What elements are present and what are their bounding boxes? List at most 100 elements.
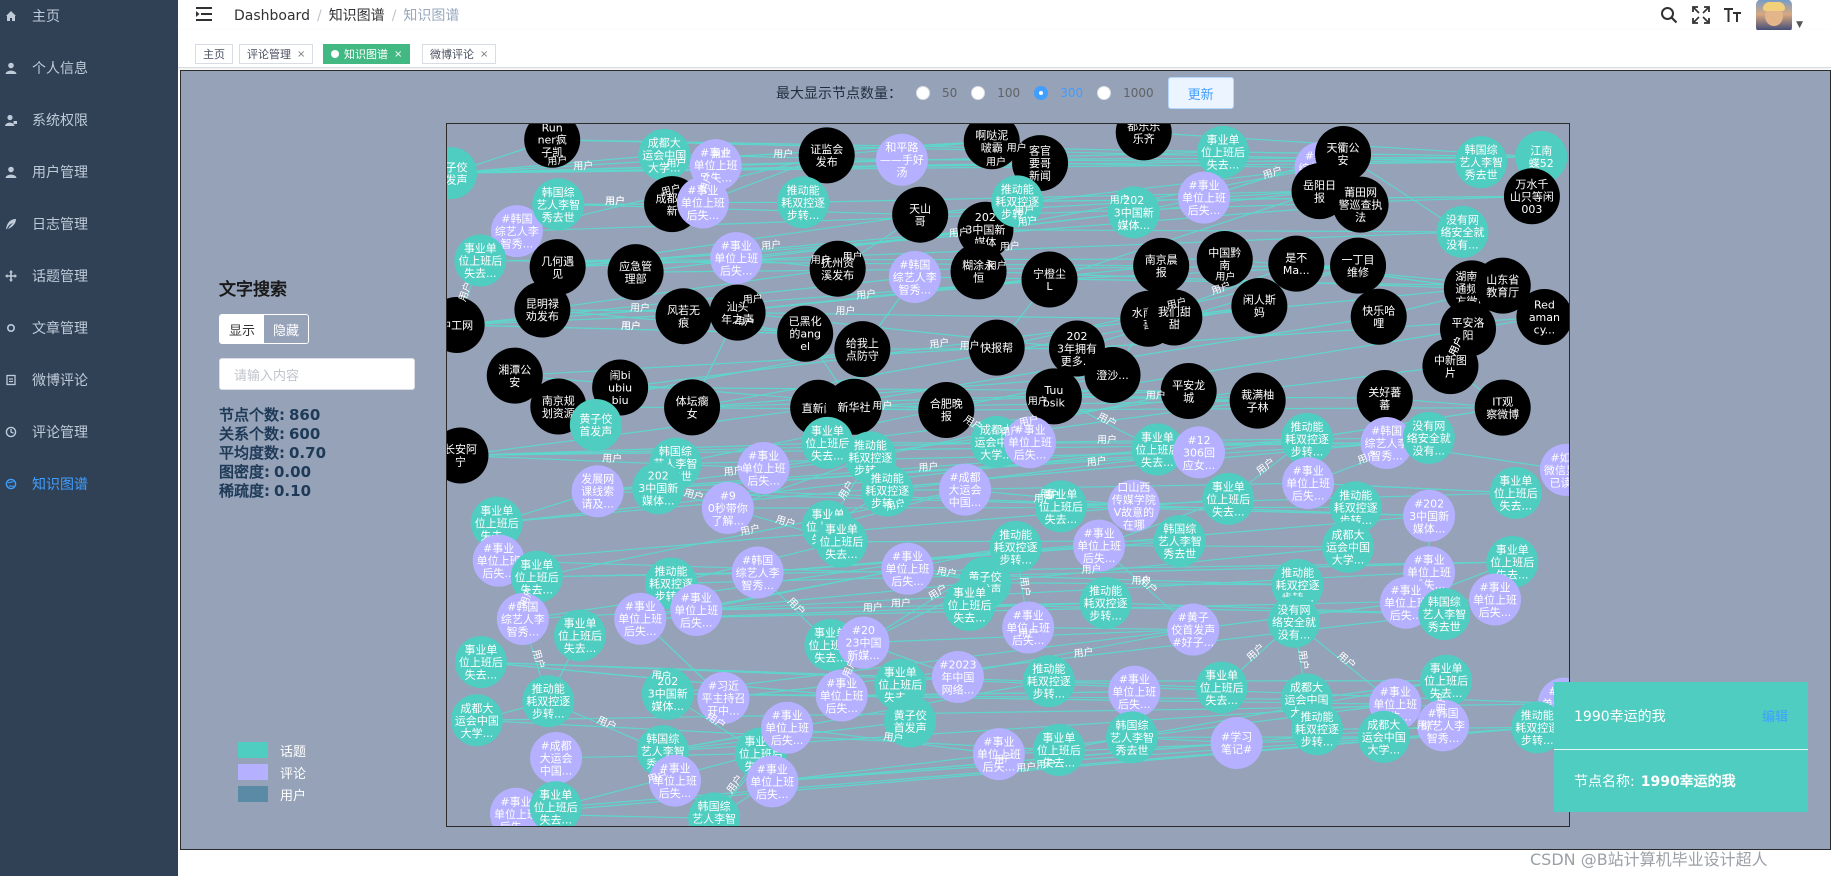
radio-300[interactable]: 300 (1034, 86, 1083, 100)
graph-node-comment[interactable]: #2023年中国网络... (931, 650, 984, 703)
graph-node-topic[interactable]: 事业单位上班后失去... (943, 578, 996, 631)
breadcrumb-kg[interactable]: 知识图谱 (329, 8, 385, 24)
graph-node-topic[interactable]: 黄子佼首发声 (569, 398, 622, 451)
graph-node-comment[interactable]: #事业单位上班后失... (1282, 457, 1335, 510)
graph-node-topic[interactable]: 推动能耗双控逐步转... (777, 176, 830, 229)
graph-node-user[interactable]: 快乐哈哩 (1350, 288, 1407, 345)
tag-weibo-comments[interactable]: 微博评论 × (422, 44, 497, 64)
graph-node-user[interactable]: 中工网 (447, 296, 485, 353)
graph-node-user[interactable]: 澄沙... (1084, 346, 1141, 403)
graph-node-topic[interactable]: 事业单位上班后失去... (454, 234, 507, 287)
update-button[interactable]: 更新 (1167, 77, 1234, 109)
legend-item-user[interactable]: 用户 (238, 783, 306, 805)
graph-node-topic[interactable]: 成都大运会中国大学... (1357, 710, 1410, 763)
tag-comment-manage[interactable]: 评论管理 × (239, 44, 314, 64)
graph-node-user[interactable]: 体坛瘸女 (664, 379, 721, 436)
graph-node-topic[interactable]: 成都大运会中国大学... (450, 694, 503, 747)
graph-node-user[interactable]: 我们甜甜 (1146, 289, 1203, 346)
close-icon[interactable]: × (480, 49, 488, 60)
graph-svg[interactable]: 黄子佼首发声Runner疯子凯成都大运会中国大学...#事业单位上班后失...证… (447, 124, 1570, 827)
search-icon[interactable] (1660, 6, 1678, 24)
breadcrumb-dashboard[interactable]: Dashboard (234, 8, 310, 24)
radio-50[interactable]: 50 (916, 86, 957, 100)
graph-node-topic[interactable]: 2023中国新媒体... (632, 462, 685, 515)
graph-node-user[interactable]: 风若无痕 (655, 288, 712, 345)
graph-node-topic[interactable]: 事业单位上班后失去... (1489, 466, 1542, 519)
graph-node-user[interactable]: 莆田网警巡查执法 (1332, 176, 1389, 233)
graph-node-user[interactable]: 万水千山只等闲003 (1503, 168, 1560, 225)
font-size-icon[interactable] (1724, 6, 1742, 24)
graph-node-user[interactable]: 裁满柚子林 (1229, 372, 1286, 429)
graph-node-user[interactable]: 合肥晚报 (918, 381, 975, 438)
graph-node-user[interactable]: 应急管理部 (607, 244, 664, 301)
show-button[interactable]: 显示 (220, 315, 264, 343)
graph-node-comment[interactable]: #韩国综艺人李智秀... (888, 251, 941, 304)
graph-node-user[interactable]: 闲人斯妈 (1231, 277, 1288, 334)
graph-node-user[interactable]: 给我上点防守 (834, 321, 891, 378)
graph-node-comment[interactable]: #事业单位上班后失... (710, 232, 763, 285)
graph-node-topic[interactable]: 推动能耗双控逐步转... (1079, 576, 1132, 629)
graph-node-comment[interactable]: #事业单位上班后失... (1469, 573, 1522, 626)
close-icon[interactable]: × (394, 49, 402, 60)
graph-node-comment[interactable]: #2023中国新媒体... (1403, 489, 1456, 542)
graph-node-topic[interactable]: 没有网络安全就没有... (1268, 595, 1321, 648)
graph-node-topic[interactable]: 推动能耗双控逐步转... (1022, 655, 1075, 708)
graph-node-comment[interactable]: #事业单位上班后失... (815, 669, 868, 722)
graph-node-topic[interactable]: 成都大运会中国大学... (1322, 520, 1375, 573)
graph-node-topic[interactable]: 事业单位上班后失去... (1197, 125, 1250, 178)
graph-node-comment[interactable]: #事业单位上班后失... (1178, 171, 1231, 224)
graph-node-comment[interactable]: #韩国综艺人李智秀... (731, 546, 784, 599)
sidebar-item-topics[interactable]: 话题管理 (0, 250, 178, 302)
sidebar-item-articles[interactable]: 文章管理 (0, 302, 178, 354)
graph-node-comment[interactable]: #事业单位上班后失... (1108, 665, 1161, 718)
graph-node-user[interactable]: 宁橙尘L (1021, 251, 1078, 308)
tag-home[interactable]: 主页 (195, 44, 233, 64)
close-icon[interactable]: × (297, 49, 305, 60)
graph-node-user[interactable]: 平安龙城 (1160, 363, 1217, 420)
sidebar-item-logs[interactable]: 日志管理 (0, 198, 178, 250)
graph-node-user[interactable]: 抚州资溪发布 (809, 240, 866, 297)
radio-1000[interactable]: 1000 (1097, 86, 1154, 100)
graph-node-topic[interactable]: 没有网络安全就没有... (1402, 411, 1455, 464)
legend-item-comment[interactable]: 评论 (238, 761, 306, 783)
knowledge-graph-canvas[interactable]: 黄子佼首发声Runner疯子凯成都大运会中国大学...#事业单位上班后失...证… (446, 123, 1570, 827)
graph-node-comment[interactable]: 和平路——手好汤 (875, 133, 928, 186)
graph-node-topic[interactable]: 黄子佼首发声 (447, 147, 478, 200)
graph-node-comment[interactable]: #事业单位上班后失... (737, 441, 790, 494)
graph-node-user[interactable]: 昆明禄劝发布 (514, 281, 571, 338)
graph-node-topic[interactable]: 事业单位上班后失去... (815, 515, 868, 568)
graph-node-user[interactable]: 已黑化的angel (777, 305, 834, 362)
sidebar-item-permissions[interactable]: 系统权限 (0, 94, 178, 146)
graph-node-topic[interactable]: 没有网络安全就没有... (1436, 205, 1489, 258)
graph-node-topic[interactable]: 事业单位上班后失去... (529, 781, 582, 827)
graph-node-topic[interactable]: 韩国综艺人李智秀去世 (1153, 514, 1206, 567)
graph-node-comment[interactable]: #事业单位上班后失... (881, 542, 934, 595)
graph-node-comment[interactable]: #2023中国新媒... (837, 616, 890, 669)
graph-node-user[interactable]: IT观察微博 (1474, 379, 1531, 436)
graph-node-comment[interactable]: #12306回应女... (1172, 426, 1225, 479)
graph-node-comment[interactable]: #如果微信显示已读... (1539, 443, 1570, 496)
graph-node-topic[interactable]: 韩国综艺人李智秀去世 (688, 792, 741, 827)
graph-node-user[interactable]: 证监会发布 (798, 127, 855, 184)
search-input[interactable]: 请输入内容 (219, 358, 415, 390)
tag-knowledge-graph[interactable]: 知识图谱 × (323, 44, 411, 64)
graph-node-user[interactable]: Redamancy... (1516, 289, 1570, 346)
graph-node-user[interactable]: 一丁目维修 (1330, 237, 1387, 294)
graph-node-topic[interactable]: 成都大运会中国大学... (638, 128, 691, 181)
graph-node-topic[interactable]: 推动能耗双控逐步转... (989, 520, 1042, 573)
graph-node-topic[interactable]: 韩国综艺人李智秀去世 (1455, 136, 1508, 189)
graph-node-topic[interactable]: 事业单位上班后失去... (1202, 472, 1255, 525)
sidebar-item-users[interactable]: 用户管理 (0, 146, 178, 198)
graph-node-topic[interactable]: 推动能耗双控逐步转... (1291, 703, 1344, 756)
graph-node-comment[interactable]: #黄子佼首发声#好子... (1167, 603, 1220, 656)
graph-node-comment[interactable]: #事业单位上班后失... (761, 701, 814, 754)
graph-node-comment[interactable]: 口山西传媒学院V故意的在哪 (1107, 479, 1160, 532)
graph-node-topic[interactable]: 韩国综艺人李智秀去世 (532, 178, 585, 231)
graph-node-topic[interactable]: 韩国综艺人李智秀去世 (1106, 711, 1159, 764)
graph-node-comment[interactable]: #成都大运会中国... (939, 463, 992, 516)
graph-node-comment[interactable]: #事业单位上班后失... (614, 592, 667, 645)
hamburger-icon[interactable] (196, 6, 214, 22)
graph-node-comment[interactable]: #学习笔记# (1210, 716, 1263, 769)
graph-node-comment[interactable]: #事业单位上班后失... (746, 755, 799, 808)
sidebar-item-profile[interactable]: 个人信息 (0, 42, 178, 94)
